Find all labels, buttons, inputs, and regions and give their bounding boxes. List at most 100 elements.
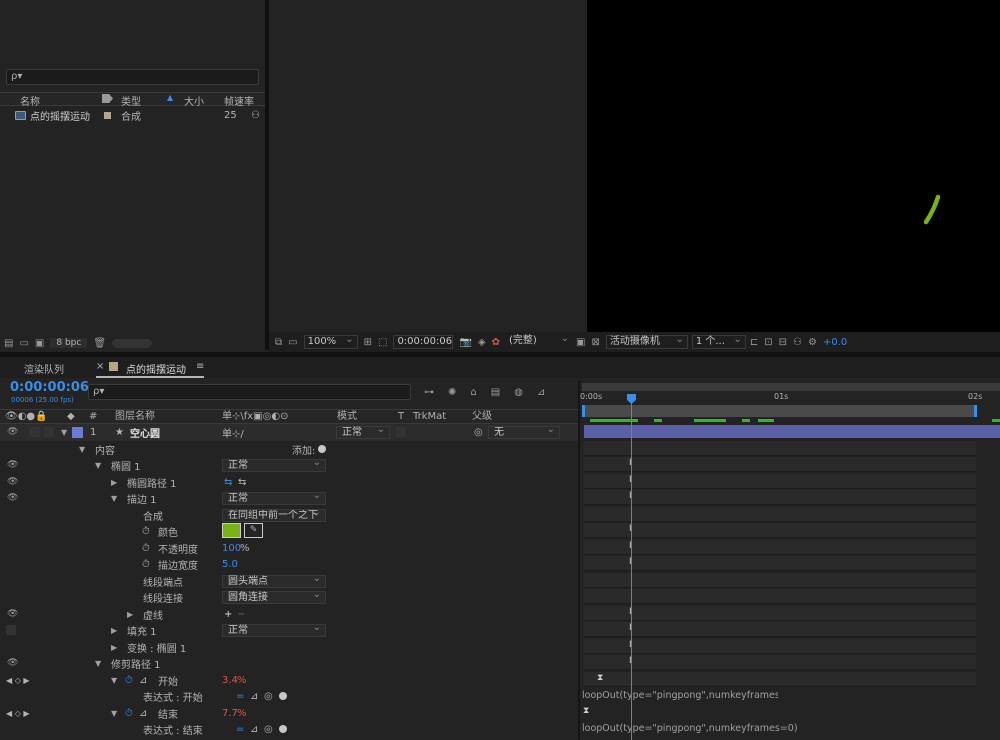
expr-enable-icon[interactable]: = [236, 724, 244, 735]
snapshot-icon[interactable]: 📷 [459, 337, 471, 348]
bpc-button[interactable]: 8 bpc [50, 338, 88, 348]
timeline-timecode[interactable]: 0:00:00:06 [10, 380, 89, 395]
header-mode[interactable]: 模式 [337, 410, 357, 424]
timeline-search-input[interactable]: ρ▾ [88, 384, 411, 400]
path-direction-icon[interactable]: ⇆ [224, 477, 232, 488]
exposure-value[interactable]: +0.0 [823, 337, 847, 348]
line-cap-select[interactable]: 圆头端点 [222, 573, 326, 588]
parent-select[interactable]: 无 [488, 424, 560, 439]
transform-row[interactable]: ▶ 变换 : 椭圆 1 [0, 639, 578, 656]
visibility-icon[interactable]: 👁 [7, 427, 18, 437]
keyframe-nav-icon[interactable]: ◀ ◇ ▶ [6, 676, 30, 685]
camera-select[interactable]: 活动摄像机 ⌄ [605, 334, 688, 349]
collapse-icon[interactable]: ▶ [111, 478, 117, 487]
line-join-row[interactable]: 线段连接 圆角连接 [0, 589, 578, 606]
header-t[interactable]: T [398, 410, 404, 424]
stopwatch-icon[interactable]: ⏱ [142, 559, 150, 570]
expr-enable-icon[interactable]: = [236, 691, 244, 702]
expand-icon[interactable]: ▼ [111, 494, 117, 503]
av-switches-icon[interactable]: 👁◐●🔒 [5, 410, 48, 424]
comp-mini-flowchart-icon[interactable]: ⊶ [424, 387, 434, 398]
work-area-range[interactable] [582, 405, 977, 417]
expr-pickwhip-icon[interactable]: ◎ [264, 691, 273, 702]
trim-end-row[interactable]: ◀ ◇ ▶ ▼ ⏱ ⊿ 结束 7.7 % [0, 705, 578, 722]
col-type[interactable]: 类型 [121, 93, 141, 108]
layer-label-color[interactable] [72, 426, 83, 438]
flowchart-icon[interactable]: ⚇ [251, 110, 260, 121]
close-tab-icon[interactable]: × [96, 361, 104, 372]
expand-icon[interactable]: ▼ [111, 709, 117, 718]
visibility-icon[interactable]: 👁 [7, 609, 18, 619]
expr-language-icon[interactable] [279, 692, 287, 700]
dashes-row[interactable]: 👁 ▶ 虚线 + − [0, 606, 578, 623]
add-dash-icon[interactable]: + [224, 609, 232, 620]
eyedropper-icon[interactable]: ✎ [244, 523, 263, 538]
expr-start-code[interactable]: loopOut(type="pingpong",numkeyframes= [582, 690, 778, 701]
expand-icon[interactable]: ▼ [95, 659, 101, 668]
collapse-icon[interactable]: ▶ [111, 626, 117, 635]
exposure-reset-icon[interactable]: ⚙ [808, 337, 817, 348]
stroke-width-row[interactable]: ⏱ 描边宽度 5.0 [0, 556, 578, 573]
stopwatch-active-icon[interactable]: ⏱ [125, 675, 133, 686]
layer-mode-select[interactable]: 正常 [336, 424, 390, 439]
stroke-width-value[interactable]: 5.0 [222, 559, 238, 570]
layer-switches[interactable]: 单⊹/ [222, 425, 244, 440]
composite-row[interactable]: 合成 在同组中前一个之下 [0, 507, 578, 524]
draft-3d-icon[interactable]: ✺ [448, 387, 456, 398]
header-switches[interactable]: 单⊹\fx▣◎◐⊙ [222, 410, 288, 424]
project-search-input[interactable]: ρ▾ [6, 69, 259, 85]
fast-preview-icon[interactable]: ⊡ [764, 337, 772, 348]
expr-graph-icon[interactable]: ⊿ [250, 724, 258, 735]
timeline-icon[interactable]: ⊟ [779, 337, 787, 348]
header-parent[interactable]: 父级 [472, 410, 492, 424]
tab-render-queue[interactable]: 渲染队列 [24, 361, 64, 376]
expr-pickwhip-icon[interactable]: ◎ [264, 724, 273, 735]
add-label[interactable]: 添加: [292, 442, 315, 457]
time-ruler[interactable] [582, 391, 1000, 405]
fill-row[interactable]: ▶ 填充 1 正常 [0, 622, 578, 639]
contents-row[interactable]: ▼ 内容 添加: [0, 441, 578, 458]
color-channel-icon[interactable]: ✿ [492, 337, 500, 348]
keyframe-icon[interactable]: ⧗ [597, 673, 603, 683]
monitor-icon[interactable]: ▭ [288, 337, 297, 348]
start-value[interactable]: 3.4 [222, 675, 238, 686]
zoom-select[interactable]: 100% ⌄ [303, 334, 358, 349]
show-snapshot-icon[interactable]: ◈ [478, 337, 486, 348]
pickwhip-icon[interactable]: ◎ [474, 427, 483, 438]
expr-graph-icon[interactable]: ⊿ [250, 691, 258, 702]
label-header-icon[interactable]: ◆ [67, 410, 75, 424]
stroke-row[interactable]: 👁 ▼ 描边 1 正常 [0, 490, 578, 507]
keyframe-nav-icon[interactable]: ◀ ◇ ▶ [6, 709, 30, 718]
ellipse-path-row[interactable]: 👁 ▶ 椭圆路径 1 ⇆ ⇆ [0, 474, 578, 491]
ellipse-group-row[interactable]: 👁 ▼ 椭圆 1 正常 [0, 457, 578, 474]
line-cap-row[interactable]: 线段端点 圆头端点 [0, 573, 578, 590]
roi-icon[interactable]: ▣ [576, 337, 585, 348]
trash-icon[interactable]: 🗑 [93, 338, 106, 349]
ellipse-mode-select[interactable]: 正常 [222, 457, 326, 472]
graph-icon[interactable]: ⊿ [139, 675, 147, 686]
frame-blending-icon[interactable]: ▤ [491, 387, 500, 398]
visibility-icon[interactable]: 👁 [7, 493, 18, 503]
stopwatch-active-icon[interactable]: ⏱ [125, 708, 133, 719]
fill-mode-select[interactable]: 正常 [222, 622, 326, 637]
interpret-footage-icon[interactable]: ▤ [4, 338, 13, 349]
stroke-mode-select[interactable]: 正常 [222, 490, 326, 505]
graph-icon[interactable]: ⊿ [139, 708, 147, 719]
composition-viewer[interactable] [587, 0, 1000, 332]
layer-name[interactable]: 空心圆 [130, 425, 160, 440]
collapse-icon[interactable]: ▶ [127, 610, 133, 619]
opacity-value[interactable]: 100 [222, 543, 241, 554]
expand-icon[interactable]: ▼ [95, 461, 101, 470]
stopwatch-icon[interactable]: ⏱ [142, 526, 150, 537]
color-row[interactable]: ⏱ 颜色 ✎ [0, 523, 578, 540]
trkmat-box[interactable] [396, 427, 406, 438]
remove-dash-icon[interactable]: − [237, 609, 245, 620]
layer-row[interactable]: 👁 ▼ 1 ★ 空心圆 单⊹/ 正常 ◎ 无 [0, 424, 578, 441]
graph-editor-icon[interactable]: ⊿ [537, 387, 545, 398]
visibility-icon[interactable]: 👁 [7, 460, 18, 470]
expr-end-code[interactable]: loopOut(type="pingpong",numkeyframes=0) [582, 723, 798, 734]
project-item-comp[interactable]: 点的摇摆运动 合成 25 ⚇ [0, 107, 265, 123]
col-size[interactable]: 大小 [184, 93, 204, 108]
region-icon[interactable]: ⊞ [364, 337, 372, 348]
col-fps[interactable]: 帧速率 [224, 93, 254, 108]
